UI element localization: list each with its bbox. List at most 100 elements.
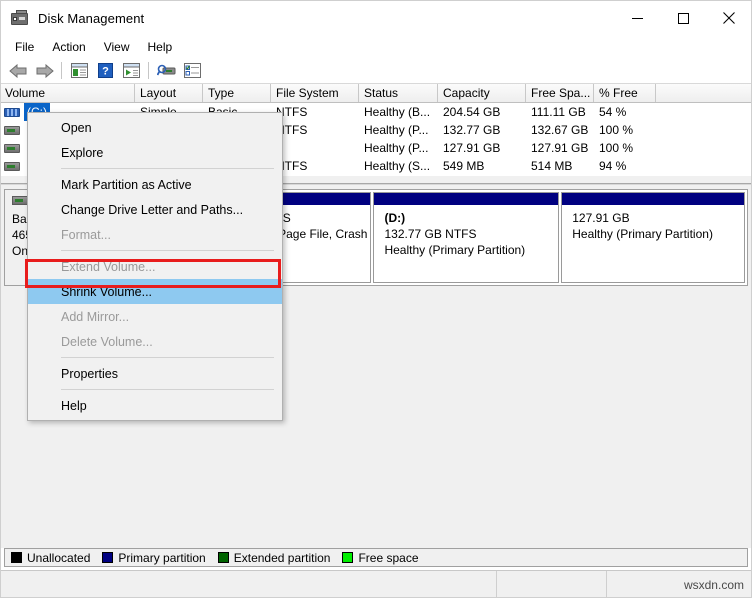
context-menu-item-add-mirror: Add Mirror... — [61, 309, 130, 324]
cell-capacity: 132.77 GB — [443, 123, 501, 137]
cell-free-space: 127.91 GB — [531, 141, 589, 155]
legend-label-free-space: Free space — [358, 550, 419, 565]
volume-list-header: Volume Layout Type File System Status Ca… — [0, 84, 752, 103]
column-header-free-space[interactable]: Free Spa... — [526, 84, 594, 102]
context-menu-item-extend-volume: Extend Volume... — [61, 259, 156, 274]
system-disk-icon — [4, 107, 20, 118]
context-menu-item-mark-partition-as-active[interactable]: Mark Partition as Active — [28, 172, 282, 197]
partition-legend: Unallocated Primary partition Extended p… — [4, 548, 748, 567]
cell-capacity: 204.54 GB — [443, 105, 501, 119]
help-icon[interactable]: ? — [92, 59, 118, 83]
context-menu-separator — [61, 389, 274, 390]
column-header-percent-free[interactable]: % Free — [594, 84, 656, 102]
context-menu-separator — [61, 357, 274, 358]
menu-file[interactable]: File — [6, 38, 43, 56]
cell-status: Healthy (S... — [364, 159, 431, 173]
menu-bar: File Action View Help — [0, 36, 752, 58]
status-bar: wsxdn.com — [0, 570, 752, 598]
menu-view[interactable]: View — [95, 38, 139, 56]
column-header-filler[interactable] — [656, 84, 752, 102]
legend-label-extended-partition: Extended partition — [233, 550, 331, 565]
column-header-type[interactable]: Type — [203, 84, 271, 102]
legend-item-primary-partition: Primary partition — [102, 551, 211, 565]
column-header-file-system[interactable]: File System — [271, 84, 359, 102]
cell-percent-free: 100 % — [599, 123, 634, 137]
menu-action[interactable]: Action — [43, 38, 94, 56]
column-header-layout[interactable]: Layout — [135, 84, 203, 102]
cell-file-system: NTFS — [276, 123, 308, 137]
cell-percent-free: 54 % — [599, 105, 627, 119]
window-controls — [614, 0, 752, 36]
properties-list-icon[interactable] — [179, 59, 205, 83]
cell-status: Healthy (P... — [364, 123, 429, 137]
disk-management-window: Disk Management File Action View Help ? … — [0, 0, 752, 598]
partition-details: (D:) 132.77 GB NTFS Healthy (Primary Par… — [374, 205, 558, 282]
legend-item-extended-partition: Extended partition — [217, 550, 337, 565]
title-bar: Disk Management — [0, 0, 752, 36]
context-menu-item-shrink-volume[interactable]: Shrink Volume... — [28, 279, 282, 304]
legend-swatch-extended-partition — [217, 552, 229, 563]
menu-help[interactable]: Help — [139, 38, 182, 56]
show-hide-console-tree-icon[interactable] — [66, 59, 92, 83]
drive-icon — [4, 161, 20, 172]
context-menu-item-format: Format... — [61, 227, 112, 242]
close-button[interactable] — [706, 0, 752, 36]
legend-swatch-unallocated — [11, 552, 22, 563]
partition-size-fs: 127.91 GB — [572, 211, 630, 225]
legend-item-free-space: Free space — [342, 551, 424, 565]
column-header-volume[interactable]: Volume — [0, 84, 135, 102]
drive-icon — [4, 143, 20, 154]
context-menu-separator — [61, 168, 274, 169]
partition-details: 127.91 GB Healthy (Primary Partition) — [562, 205, 744, 282]
status-bar-middle — [497, 571, 607, 598]
cell-file-system: NTFS — [276, 159, 308, 173]
cell-capacity: 549 MB — [443, 159, 485, 173]
partition-color-bar — [562, 193, 744, 205]
maximize-button[interactable] — [660, 0, 706, 36]
partition-status: Healthy (Primary Partition) — [384, 243, 526, 257]
partition-size-fs: 132.77 GB NTFS — [384, 227, 477, 241]
column-header-status[interactable]: Status — [359, 84, 438, 102]
cell-percent-free: 100 % — [599, 141, 634, 155]
partition-status: Healthy (Primary Partition) — [572, 227, 713, 241]
back-arrow-icon[interactable] — [5, 59, 31, 83]
legend-swatch-primary-partition — [102, 552, 114, 563]
cell-status: Healthy (P... — [364, 141, 429, 155]
legend-item-unallocated: Unallocated — [11, 551, 96, 565]
context-menu-item-open[interactable]: Open — [28, 115, 282, 140]
context-menu-item-help[interactable]: Help — [28, 393, 282, 418]
rescan-disks-icon[interactable] — [153, 59, 179, 83]
cell-capacity: 127.91 GB — [443, 141, 501, 155]
legend-label-primary-partition: Primary partition — [118, 550, 206, 565]
cell-free-space: 514 MB — [531, 159, 573, 173]
watermark-label: wsxdn.com — [683, 577, 744, 592]
partition-block[interactable]: (D:) 132.77 GB NTFS Healthy (Primary Par… — [373, 192, 560, 283]
toolbar-separator — [61, 62, 62, 79]
window-title: Disk Management — [38, 10, 145, 26]
cell-percent-free: 94 % — [599, 159, 627, 173]
cell-free-space: 132.67 GB — [531, 123, 589, 137]
column-header-capacity[interactable]: Capacity — [438, 84, 526, 102]
minimize-button[interactable] — [614, 0, 660, 36]
status-bar-main — [0, 571, 497, 598]
cell-file-system: NTFS — [276, 105, 308, 119]
context-menu-item-delete-volume: Delete Volume... — [61, 334, 153, 349]
forward-arrow-icon[interactable] — [31, 59, 57, 83]
drive-icon — [4, 125, 20, 136]
legend-swatch-free-space — [342, 552, 354, 563]
context-menu-item-explore[interactable]: Explore — [28, 140, 282, 165]
context-menu-separator — [61, 250, 274, 251]
context-menu-item-change-drive-letter-and-paths[interactable]: Change Drive Letter and Paths... — [28, 197, 282, 222]
partition-block[interactable]: 127.91 GB Healthy (Primary Partition) — [561, 192, 745, 283]
legend-label-unallocated: Unallocated — [27, 550, 91, 565]
toolbar: ? — [0, 58, 752, 84]
partition-title: (D:) — [384, 211, 406, 225]
context-menu-item-properties[interactable]: Properties — [28, 361, 282, 386]
disk-management-icon — [11, 10, 29, 26]
partition-color-bar — [374, 193, 559, 205]
action-menu-icon[interactable] — [118, 59, 144, 83]
toolbar-separator — [148, 62, 149, 79]
cell-free-space: 111.11 GB — [531, 105, 586, 119]
cell-status: Healthy (B... — [364, 105, 431, 119]
svg-text:?: ? — [102, 66, 109, 78]
